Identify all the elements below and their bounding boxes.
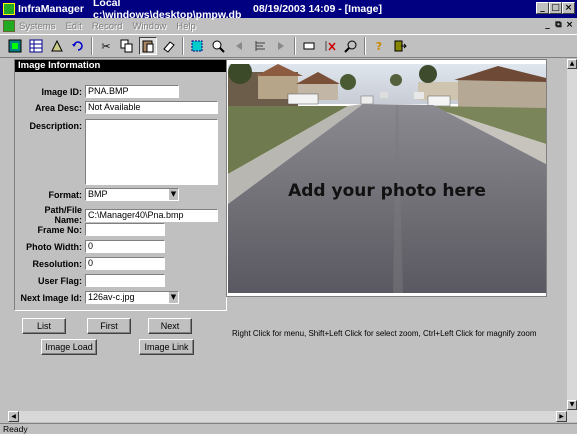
path-input[interactable]: C:\Manager40\Pna.bmp: [85, 208, 218, 222]
child-minimize-icon[interactable]: _: [542, 20, 553, 31]
toolbar: ✂ ?: [0, 34, 577, 58]
format-label: Format:: [48, 189, 83, 200]
toolbar-separator: [364, 37, 366, 55]
toolbar-separator: [182, 37, 184, 55]
resolution-label: Resolution:: [32, 258, 83, 269]
cut-icon[interactable]: ✂: [97, 37, 115, 55]
panel-header: Image Information: [15, 60, 226, 72]
next-image-row: Next Image Id: 126av-c.jpg ▼: [15, 291, 179, 304]
menu-bar: Systems Edit Record Window Help _ ⧉ ×: [0, 18, 577, 34]
close-icon[interactable]: ×: [562, 2, 575, 14]
street-photo[interactable]: Add your photo here: [228, 64, 546, 293]
photo-width-row: Photo Width: 0: [15, 240, 165, 253]
chevron-down-icon[interactable]: ▼: [168, 189, 178, 200]
image-info-panel: Image Information Image ID: PNA.BMP Area…: [14, 59, 227, 311]
photo-width-input[interactable]: 0: [85, 240, 165, 253]
chevron-down-icon[interactable]: ▼: [168, 292, 178, 303]
app-icon[interactable]: [3, 3, 15, 15]
menu-window[interactable]: Window: [132, 21, 166, 32]
scroll-up-icon[interactable]: ▲: [567, 59, 577, 69]
next-icon[interactable]: [272, 37, 290, 55]
help-icon[interactable]: ?: [370, 37, 388, 55]
next-button[interactable]: Next: [148, 318, 192, 334]
first-button[interactable]: First: [87, 318, 131, 334]
photo-placeholder-caption: Add your photo here: [288, 181, 486, 201]
image-link-button[interactable]: Image Link: [139, 339, 194, 355]
frame-no-input[interactable]: [85, 223, 165, 236]
menu-record[interactable]: Record: [92, 21, 123, 32]
undo-icon[interactable]: [69, 37, 87, 55]
menu-edit[interactable]: Edit: [65, 21, 81, 32]
title-bar: InfraManager Local c:\windows\desktop\pm…: [0, 0, 577, 21]
image-id-label: Image ID:: [41, 86, 82, 97]
description-label: Description:: [29, 121, 82, 131]
resolution-input[interactable]: 0: [85, 257, 165, 270]
path-label: Path/File Name:: [44, 205, 82, 225]
select-icon[interactable]: [188, 37, 206, 55]
clear-icon[interactable]: [321, 37, 339, 55]
user-flag-label: User Flag:: [37, 275, 82, 286]
zoom-all-icon[interactable]: [209, 37, 227, 55]
image-id-input[interactable]: PNA.BMP: [85, 85, 179, 98]
resolution-row: Resolution: 0: [15, 257, 165, 270]
eraser-icon[interactable]: [160, 37, 178, 55]
maximize-icon[interactable]: □: [549, 2, 562, 14]
street-photo-image: [228, 64, 546, 293]
description-textarea[interactable]: [85, 119, 218, 185]
status-bar: Ready: [0, 423, 577, 434]
next-image-value: 126av-c.jpg: [88, 292, 135, 302]
prev-icon[interactable]: [230, 37, 248, 55]
draw-icon[interactable]: [48, 37, 66, 55]
frame-no-label: Frame No:: [37, 224, 82, 235]
document-icon[interactable]: [3, 20, 15, 32]
area-desc-input[interactable]: Not Available: [85, 101, 218, 114]
toolbar-separator: [91, 37, 93, 55]
scroll-right-icon[interactable]: ▶: [556, 411, 567, 422]
app-name: InfraManager: [18, 3, 84, 15]
child-restore-icon[interactable]: ⧉: [553, 20, 564, 31]
toolbar-separator: [294, 37, 296, 55]
next-image-select[interactable]: 126av-c.jpg ▼: [85, 291, 179, 304]
image-load-button[interactable]: Image Load: [41, 339, 97, 355]
paste-icon[interactable]: [139, 37, 157, 55]
exit-icon[interactable]: [391, 37, 409, 55]
description-row: Description:: [15, 119, 218, 185]
scroll-down-icon[interactable]: ▼: [567, 400, 577, 410]
copy-icon[interactable]: [118, 37, 136, 55]
image-id-row: Image ID: PNA.BMP: [15, 85, 179, 98]
menu-help[interactable]: Help: [176, 21, 196, 32]
user-flag-input[interactable]: [85, 274, 165, 287]
align-icon[interactable]: [251, 37, 269, 55]
list-button[interactable]: List: [22, 318, 66, 334]
photo-width-label: Photo Width:: [26, 241, 82, 252]
horizontal-scrollbar[interactable]: ◀ ▶: [8, 411, 567, 422]
path-row: Path/File Name: C:\Manager40\Pna.bmp: [15, 205, 218, 225]
child-close-icon[interactable]: ×: [564, 20, 575, 31]
menu-systems[interactable]: Systems: [19, 21, 55, 32]
window-datetime: 08/19/2003 14:09 - [Image]: [253, 3, 382, 15]
grid-icon[interactable]: [27, 37, 45, 55]
vertical-scrollbar[interactable]: ▲ ▼: [567, 59, 577, 422]
flag-icon[interactable]: [300, 37, 318, 55]
next-image-label: Next Image Id:: [20, 292, 82, 303]
minimize-icon[interactable]: _: [536, 2, 549, 14]
image-viewer[interactable]: Add your photo here: [226, 59, 547, 297]
area-desc-label: Area Desc:: [34, 102, 82, 113]
format-select[interactable]: BMP ▼: [85, 188, 179, 201]
frame-no-row: Frame No:: [15, 223, 165, 236]
user-flag-row: User Flag:: [15, 274, 165, 287]
scroll-left-icon[interactable]: ◀: [8, 411, 19, 422]
image-window: Image Information Image ID: PNA.BMP Area…: [8, 59, 568, 417]
map-icon[interactable]: [6, 37, 24, 55]
area-desc-row: Area Desc: Not Available: [15, 101, 218, 114]
usage-hint: Right Click for menu, Shift+Left Click f…: [232, 329, 537, 338]
find-icon[interactable]: [342, 37, 360, 55]
format-value: BMP: [88, 189, 108, 199]
format-row: Format: BMP ▼: [15, 188, 179, 201]
